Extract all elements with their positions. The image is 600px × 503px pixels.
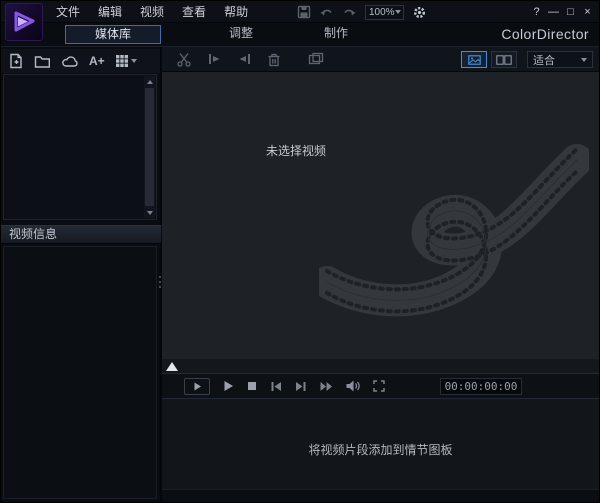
playhead-marker-icon[interactable] (166, 362, 178, 371)
chevron-down-icon (581, 58, 587, 62)
next-frame-button[interactable] (295, 381, 307, 392)
chevron-down-icon (131, 59, 137, 63)
titlebar: 文件 编辑 视频 查看 帮助 (1, 1, 599, 23)
snapshot-icon[interactable] (308, 52, 324, 66)
menu-video[interactable]: 视频 (131, 1, 173, 23)
save-icon[interactable] (297, 5, 311, 19)
scroll-up-icon[interactable] (144, 76, 155, 87)
menu-help[interactable]: 帮助 (215, 1, 257, 23)
scroll-down-icon[interactable] (144, 207, 155, 218)
horizontal-scroll-strip[interactable] (162, 489, 599, 502)
module-tabs: 媒体库 调整 制作 ColorDirector (1, 23, 599, 47)
trim-out-icon[interactable] (237, 52, 252, 66)
video-preview: 未选择视频 (162, 72, 599, 359)
library-scrollbar[interactable] (144, 76, 155, 218)
video-info-panel (3, 246, 157, 499)
seek-bar[interactable] (162, 359, 599, 373)
view-grid-icon[interactable] (115, 54, 137, 68)
fit-zoom-value: 适合 (533, 52, 555, 68)
help-button[interactable]: ? (528, 1, 545, 23)
trim-in-icon[interactable] (207, 52, 222, 66)
zoom-level-value: 100% (369, 6, 395, 19)
main-area: 适合 未选择视频 (162, 47, 599, 502)
split-scissors-icon[interactable] (176, 52, 192, 67)
storyboard-area[interactable]: 将视频片段添加到情节图板 (162, 399, 599, 489)
panel-resize-handle[interactable] (157, 267, 162, 297)
media-library-list[interactable] (3, 74, 157, 220)
stop-button[interactable] (247, 381, 257, 391)
minimize-button[interactable]: — (545, 1, 562, 23)
close-button[interactable]: × (579, 1, 596, 23)
transport-controls: 00:00:00:00 (162, 373, 599, 399)
app-window: 文件 编辑 视频 查看 帮助 (0, 0, 600, 503)
preview-view-options: 适合 (461, 51, 593, 68)
titlebar-quick-icons: 100% (297, 1, 427, 23)
timecode-display: 00:00:00:00 (440, 378, 522, 395)
menu-view[interactable]: 查看 (173, 1, 215, 23)
settings-gear-icon[interactable] (412, 5, 427, 20)
library-toolbar: A+ (1, 49, 160, 73)
single-view-button[interactable] (461, 51, 487, 68)
menu-edit[interactable]: 编辑 (89, 1, 131, 23)
import-folder-icon[interactable] (34, 54, 51, 69)
no-video-placeholder: 未选择视频 (266, 142, 326, 159)
app-brand-text: ColorDirector (501, 26, 589, 42)
fast-forward-button[interactable] (320, 381, 333, 392)
cloud-download-icon[interactable] (61, 54, 79, 68)
tab-adjustment[interactable]: 调整 (201, 25, 281, 44)
previous-frame-button[interactable] (270, 381, 282, 392)
zoom-level-dropdown[interactable]: 100% (365, 5, 404, 20)
preview-toolbar: 适合 (162, 47, 599, 72)
tab-media-library[interactable]: 媒体库 (65, 25, 161, 44)
tab-produce[interactable]: 制作 (296, 25, 376, 44)
volume-icon[interactable] (346, 380, 360, 392)
import-media-icon[interactable] (8, 53, 24, 70)
fullscreen-icon[interactable] (373, 380, 385, 392)
scrollbar-thumb[interactable] (145, 88, 154, 206)
undo-icon[interactable] (319, 6, 334, 19)
redo-icon[interactable] (342, 6, 357, 19)
chevron-down-icon (395, 10, 401, 14)
app-logo-icon (5, 3, 43, 41)
library-panel: A+ 视频信息 (1, 47, 161, 502)
storyboard-hint: 将视频片段添加到情节图板 (162, 441, 599, 458)
video-info-header: 视频信息 (1, 225, 161, 244)
play-button[interactable] (223, 380, 234, 392)
menu-file[interactable]: 文件 (47, 1, 89, 23)
delete-trash-icon[interactable] (267, 52, 281, 67)
fit-zoom-dropdown[interactable]: 适合 (527, 51, 593, 68)
menubar: 文件 编辑 视频 查看 帮助 (47, 1, 257, 23)
text-caption-icon[interactable]: A+ (89, 54, 105, 68)
window-controls: ? — □ × (528, 1, 596, 23)
compare-view-button[interactable] (491, 51, 517, 68)
play-in-window-button[interactable] (184, 378, 210, 395)
maximize-button[interactable]: □ (562, 1, 579, 23)
filmstrip-graphic (319, 112, 589, 327)
